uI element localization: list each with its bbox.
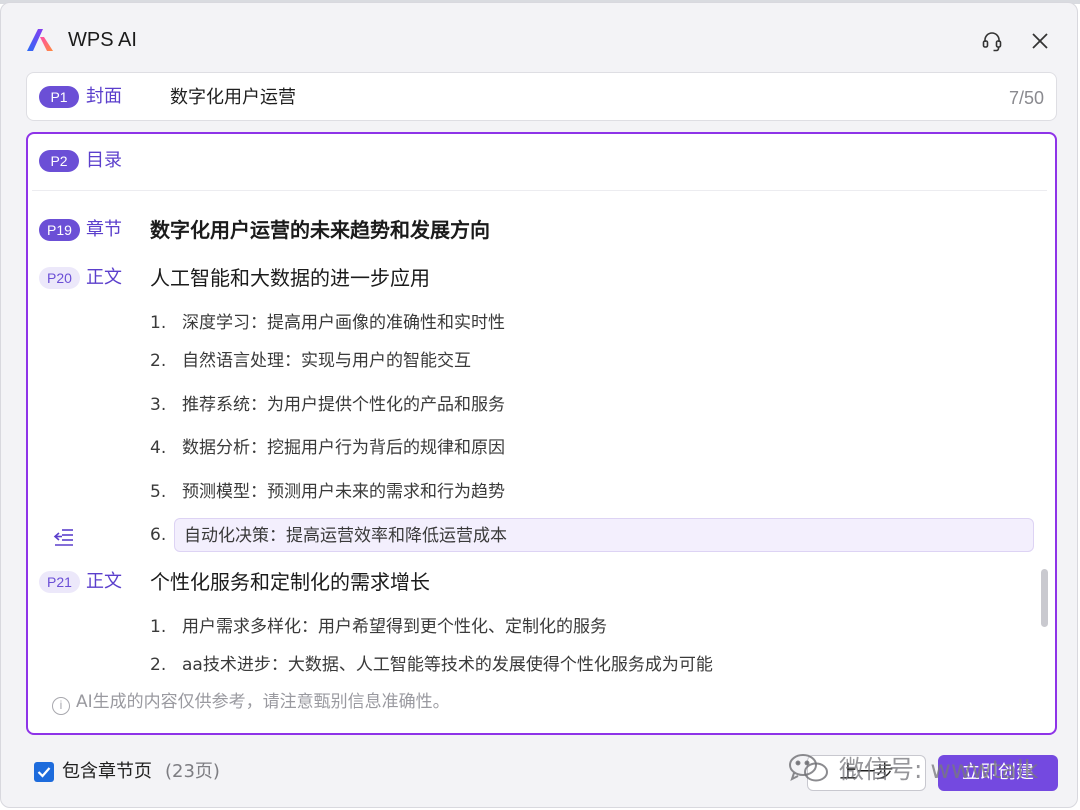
page-count: (23页) [165, 761, 220, 782]
list-number: 1. [150, 313, 167, 333]
section-heading[interactable]: 个性化服务和定制化的需求增长 [150, 568, 430, 596]
list-text: aa技术进步：大数据、人工智能等技术的发展使得个性化服务成为可能 [182, 655, 713, 675]
scrollbar-thumb[interactable] [1041, 569, 1048, 627]
list-number: 1. [150, 617, 167, 637]
list-item[interactable]: 4. 数据分析：挖掘用户行为背后的规律和原因 [150, 431, 505, 465]
cover-title-input[interactable]: 数字化用户运营 [170, 86, 296, 110]
checkmark-icon [37, 767, 51, 778]
customer-service-headset-icon[interactable] [974, 23, 1010, 59]
wps-ai-logo-icon [27, 29, 53, 51]
page-badge-p1: P1 [39, 86, 79, 108]
list-item[interactable]: 2. 自然语言处理：实现与用户的智能交互 [150, 344, 471, 378]
page-badge-p20: P20 [39, 267, 80, 289]
page-type-body: 正文 [86, 267, 122, 288]
list-text: 用户需求多样化：用户希望得到更个性化、定制化的服务 [182, 617, 607, 637]
list-text: 数据分析：挖掘用户行为背后的规律和原因 [182, 438, 505, 458]
list-item[interactable]: 5. 预测模型：预测用户未来的需求和行为趋势 [150, 475, 505, 509]
wechat-icon [789, 754, 828, 782]
info-icon: i [52, 697, 70, 715]
list-item[interactable]: 3. 推荐系统：为用户提供个性化的产品和服务 [150, 388, 505, 422]
chapter-heading[interactable]: 数字化用户运营的未来趋势和发展方向 [150, 216, 490, 244]
outdent-icon[interactable] [52, 525, 76, 549]
list-number: 2. [150, 351, 167, 371]
app-title: WPS AI [68, 29, 137, 51]
cover-page-row[interactable]: P1 封面 数字化用户运营 7/50 [26, 72, 1057, 121]
title-bar: WPS AI [1, 3, 1079, 69]
list-item[interactable]: 1. 深度学习：提高用户画像的准确性和实时性 [150, 306, 505, 340]
page-badge-p21: P21 [39, 571, 80, 593]
outline-editor-panel[interactable]: P2 目录 P19 章节 数字化用户运营的未来趋势和发展方向 P20 正文 人工… [26, 132, 1057, 735]
page-type-toc: 目录 [86, 150, 122, 171]
page-type-body: 正文 [86, 571, 122, 592]
watermark-text: 微信号: wwwtalk [839, 755, 1039, 784]
wechat-watermark: 微信号: wwwtalk [787, 748, 1038, 788]
list-text: 推荐系统：为用户提供个性化的产品和服务 [182, 395, 505, 415]
list-number: 6. [150, 525, 167, 545]
list-text: 自动化决策：提高运营效率和降低运营成本 [184, 526, 507, 546]
char-counter: 7/50 [1008, 88, 1044, 108]
page-badge-p2: P2 [39, 150, 79, 172]
list-number: 3. [150, 395, 167, 415]
close-icon[interactable] [1022, 23, 1058, 59]
page-badge-p19: P19 [39, 219, 80, 241]
wps-ai-dialog: WPS AI P1 封面 数字化用户运营 7/50 P2 目录 P19 章节 数… [0, 2, 1078, 808]
page-type-cover: 封面 [86, 86, 122, 107]
page-type-chapter: 章节 [86, 219, 122, 240]
divider [32, 190, 1047, 191]
section-heading[interactable]: 人工智能和大数据的进一步应用 [150, 264, 430, 292]
list-item[interactable]: 1. 用户需求多样化：用户希望得到更个性化、定制化的服务 [150, 610, 607, 644]
list-text: 自然语言处理：实现与用户的智能交互 [182, 351, 471, 371]
list-number: 4. [150, 438, 167, 458]
list-item[interactable]: 2. aa技术进步：大数据、人工智能等技术的发展使得个性化服务成为可能 [150, 648, 713, 682]
disclaimer: i AI生成的内容仅供参考，请注意甄别信息准确性。 [52, 690, 450, 715]
list-number: 2. [150, 655, 167, 675]
include-chapter-pages-label[interactable]: 包含章节页 [62, 760, 152, 784]
include-chapter-pages-checkbox[interactable] [34, 762, 54, 782]
list-text: 预测模型：预测用户未来的需求和行为趋势 [182, 482, 505, 502]
disclaimer-text: AI生成的内容仅供参考，请注意甄别信息准确性。 [76, 692, 450, 712]
list-text: 深度学习：提高用户画像的准确性和实时性 [182, 313, 505, 333]
list-item-selected[interactable]: 自动化决策：提高运营效率和降低运营成本 [174, 518, 1034, 552]
list-number: 5. [150, 482, 167, 502]
